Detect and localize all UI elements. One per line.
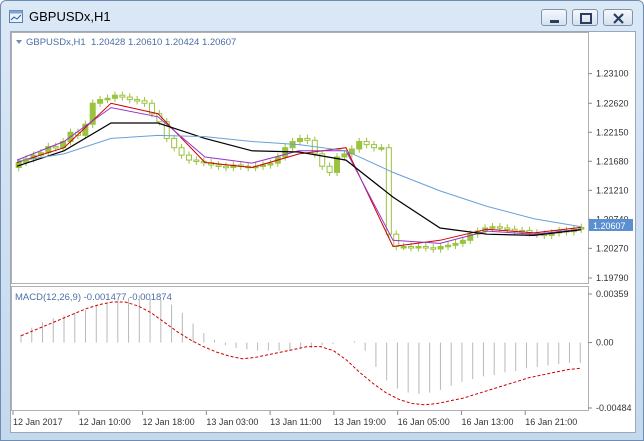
time-tick-label: 16 Jan 21:00 (525, 417, 577, 427)
candle-body (126, 96, 133, 101)
candle-body (282, 147, 289, 158)
time-tick-label: 12 Jan 10:00 (79, 417, 131, 427)
macd-tick-label: -0.00484 (596, 403, 632, 413)
price-tick-label: 1.22620 (596, 98, 629, 108)
candle-body (504, 227, 511, 230)
candle-body (363, 141, 370, 146)
main-pane[interactable] (11, 32, 589, 284)
candle-body (171, 137, 178, 149)
candle-body (119, 94, 126, 98)
price-tick-label: 1.22150 (596, 127, 629, 137)
candle-body (141, 100, 148, 104)
candle-body (185, 154, 192, 161)
window-title: GBPUSDx,H1 (29, 9, 111, 24)
time-axis: 12 Jan 2017 12 Jan 10:00 12 Jan 18:00 13 Ja… (12, 411, 577, 427)
close-button[interactable] (603, 9, 633, 26)
candle-body (178, 147, 185, 156)
price-tick-label: 1.21210 (596, 185, 629, 195)
candle-body (134, 99, 141, 102)
candle-body (97, 99, 104, 104)
chart-area[interactable]: GBPUSDx,H1 1.20428 1.20610 1.20424 1.206… (10, 31, 636, 433)
candle-body (326, 165, 333, 173)
candle-body (111, 94, 118, 99)
time-tick-label: 13 Jan 19:00 (334, 417, 386, 427)
price-tick-label: 1.23100 (596, 69, 629, 79)
time-tick-label: 16 Jan 05:00 (398, 417, 450, 427)
chart-app-icon (9, 10, 23, 23)
candle-body (400, 246, 407, 249)
candle-body (104, 97, 111, 101)
symbol-label: GBPUSDx,H1 (26, 37, 86, 48)
time-tick-label: 13 Jan 11:00 (270, 417, 321, 427)
candle-body (385, 147, 392, 235)
time-tick-label: 12 Jan 18:00 (143, 417, 195, 427)
candle-body (356, 141, 363, 150)
minimize-button[interactable] (541, 9, 567, 26)
candle-body (215, 164, 222, 167)
candle-body (193, 159, 200, 163)
candle-body (459, 239, 466, 244)
chart-window: GBPUSDx,H1 GBPUSDx,H1 1.20428 1.20610 1.… (0, 0, 644, 441)
candle-body (452, 242, 459, 246)
candle-body (297, 137, 303, 143)
candle-body (496, 226, 503, 229)
close-icon (613, 13, 624, 24)
price-tick-label: 1.21680 (596, 156, 629, 166)
candle-body (430, 247, 437, 250)
macd-label: MACD(12,26,9) -0.001477 -0.001874 (15, 292, 172, 303)
candle-body (422, 246, 429, 249)
maximize-button[interactable] (572, 9, 598, 26)
candle-body (408, 246, 415, 249)
price-tick-label: 1.20270 (596, 243, 629, 253)
price-chart[interactable]: GBPUSDx,H1 1.20428 1.20610 1.20424 1.206… (11, 32, 635, 432)
time-tick-label: 12 Jan 2017 (13, 417, 63, 427)
ohlc-label: 1.20428 1.20610 1.20424 1.20607 (91, 37, 236, 48)
candle-body (222, 165, 229, 169)
time-tick-label: 13 Jan 03:00 (206, 417, 258, 427)
candle-body (445, 244, 452, 248)
candle-body (371, 144, 378, 149)
restore-icon (580, 13, 592, 24)
candle-body (341, 153, 348, 158)
candle-body (378, 147, 385, 150)
candle-body (415, 246, 422, 249)
candle-body (437, 246, 444, 250)
candle-body (52, 145, 59, 149)
price-axis: 1.231001.226201.221501.216801.212101.207… (588, 69, 632, 413)
macd-tick-label: 0.00 (596, 338, 614, 348)
current-price-label: 1.20607 (593, 221, 626, 231)
time-tick-label: 16 Jan 13:00 (461, 417, 513, 427)
candle-body (267, 162, 274, 166)
minimize-icon (550, 20, 559, 23)
price-tick-label: 1.19790 (596, 273, 629, 283)
candle-body (304, 137, 311, 141)
title-bar[interactable]: GBPUSDx,H1 (1, 1, 643, 31)
candle-body (489, 226, 496, 229)
macd-tick-label: 0.00359 (596, 289, 629, 299)
